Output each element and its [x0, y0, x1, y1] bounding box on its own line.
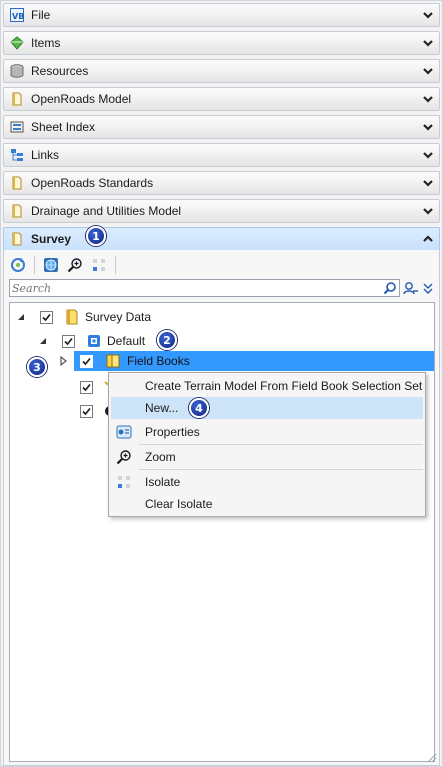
section-label: Drainage and Utilities Model [31, 204, 182, 218]
refresh-icon[interactable] [8, 255, 28, 275]
checkbox-default[interactable] [62, 334, 75, 348]
tree-label: Survey Data [85, 310, 152, 324]
svg-text:VB: VB [12, 12, 24, 21]
section-file[interactable]: VB File [3, 3, 440, 27]
section-label: OpenRoads Model [31, 92, 132, 106]
section-drainage-utilities[interactable]: Drainage and Utilities Model [3, 199, 440, 223]
checkbox-survey-data[interactable] [40, 310, 53, 324]
callout-badge-3: 3 [27, 357, 47, 377]
dgn-file-icon [10, 232, 24, 246]
expand-options-icon[interactable] [423, 281, 433, 295]
menu-item-new[interactable]: New... [111, 397, 423, 419]
menu-item-label: Isolate [145, 475, 181, 489]
menu-item-create-terrain-model[interactable]: Create Terrain Model From Field Book Sel… [111, 375, 423, 397]
chevron-down-icon[interactable] [422, 149, 434, 161]
explorer-panel: VB File Items Resources OpenRoads Model … [0, 0, 443, 767]
toolbar-separator [115, 256, 116, 274]
menu-item-label: Properties [145, 425, 200, 439]
menu-separator [139, 469, 423, 470]
section-resources[interactable]: Resources [3, 59, 440, 83]
resize-grip-icon[interactable] [427, 753, 437, 763]
chevron-down-icon[interactable] [422, 93, 434, 105]
links-icon [10, 148, 24, 162]
menu-item-label: Clear Isolate [145, 497, 213, 511]
search-icon[interactable] [383, 281, 397, 295]
globe-icon[interactable] [41, 255, 61, 275]
chevron-down-icon[interactable] [422, 205, 434, 217]
section-label: Sheet Index [31, 120, 96, 134]
menu-separator [139, 444, 423, 445]
checkbox-hidden-1[interactable] [80, 380, 93, 394]
field-book-icon [106, 354, 120, 368]
chevron-down-icon[interactable] [422, 177, 434, 189]
menu-item-clear-isolate[interactable]: Clear Isolate [111, 493, 423, 515]
checkbox-field-books[interactable] [80, 354, 93, 368]
chevron-up-icon[interactable] [422, 233, 434, 245]
menu-item-label: New... [145, 401, 179, 415]
section-openroads-model[interactable]: OpenRoads Model [3, 87, 440, 111]
section-label: Survey [31, 232, 72, 246]
tree-node-default[interactable]: Default [38, 331, 145, 351]
tree-node-survey-data[interactable]: Survey Data [16, 307, 151, 327]
sheet-index-icon [10, 120, 24, 134]
dgn-file-icon [10, 204, 24, 218]
chevron-down-icon[interactable] [422, 65, 434, 77]
dgn-file-icon [10, 176, 24, 190]
chevron-down-icon[interactable] [422, 37, 434, 49]
menu-item-zoom[interactable]: Zoom [111, 446, 423, 468]
section-label: Items [31, 36, 61, 50]
isolate-icon [118, 476, 130, 488]
dgn-file-icon [10, 92, 24, 106]
section-label: Resources [31, 64, 89, 78]
section-label: File [31, 8, 51, 22]
menu-item-properties[interactable]: Properties [111, 421, 423, 443]
chevron-down-icon[interactable] [422, 121, 434, 133]
section-openroads-standards[interactable]: OpenRoads Standards [3, 171, 440, 195]
tree-label: Default [107, 334, 146, 348]
tree-label: Field Books [127, 354, 190, 368]
section-links[interactable]: Links [3, 143, 440, 167]
database-icon [10, 64, 24, 78]
expand-triangle-icon[interactable] [58, 356, 68, 366]
callout-badge-4: 4 [189, 398, 209, 418]
survey-toolbar [8, 253, 118, 277]
search-input[interactable] [10, 280, 380, 296]
items-gem-icon [10, 36, 24, 50]
section-survey[interactable]: Survey [3, 227, 440, 251]
toolbar-separator [34, 256, 35, 274]
survey-data-file-icon [66, 309, 78, 325]
zoom-icon[interactable] [65, 255, 85, 275]
zoom-icon [116, 450, 131, 465]
collapse-triangle-icon[interactable] [16, 312, 26, 322]
callout-badge-1: 1 [86, 226, 106, 246]
tree-node-field-books[interactable]: Field Books [58, 351, 190, 371]
context-menu: Create Terrain Model From Field Book Sel… [108, 372, 426, 517]
menu-item-isolate[interactable]: Isolate [111, 471, 423, 493]
callout-badge-2: 2 [157, 330, 177, 350]
search-row [9, 279, 435, 297]
checkbox-hidden-2[interactable] [80, 404, 93, 418]
chevron-down-icon[interactable] [422, 9, 434, 21]
survey-tree: Survey Data Default Field Books [9, 302, 435, 762]
section-label: OpenRoads Standards [31, 176, 154, 190]
search-box [9, 279, 400, 297]
isolate-icon[interactable] [89, 255, 109, 275]
section-label: Links [31, 148, 60, 162]
collapse-triangle-icon[interactable] [38, 336, 48, 346]
search-user-filter-icon[interactable] [403, 280, 419, 296]
survey-folder-icon [88, 335, 100, 347]
section-items[interactable]: Items [3, 31, 440, 55]
menu-item-label: Create Terrain Model From Field Book Sel… [145, 379, 423, 393]
properties-icon [116, 425, 132, 439]
menu-item-label: Zoom [145, 450, 176, 464]
vb-file-icon: VB [10, 8, 24, 22]
section-sheet-index[interactable]: Sheet Index [3, 115, 440, 139]
